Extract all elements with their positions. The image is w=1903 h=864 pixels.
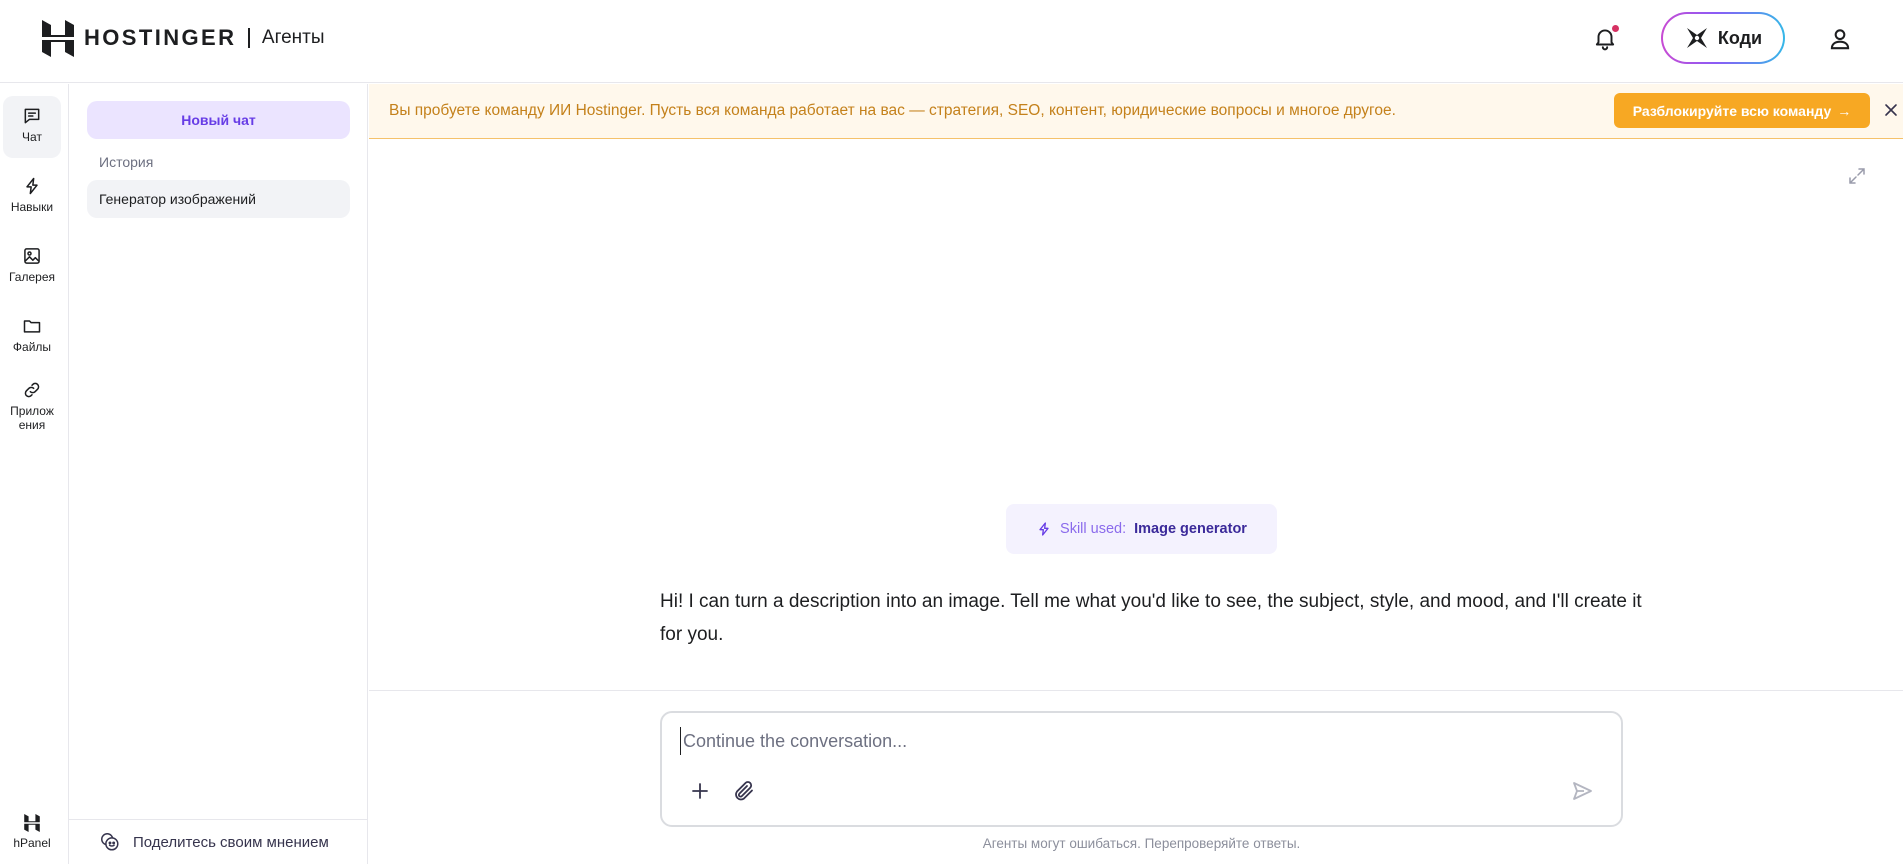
link-icon	[24, 382, 40, 398]
hostinger-logo-icon	[42, 19, 74, 57]
kodee-button[interactable]: Коди	[1661, 12, 1785, 64]
feedback-link[interactable]: Поделитесь своим мнением	[69, 819, 367, 864]
unlock-team-label: Разблокируйте всю команду	[1632, 102, 1832, 119]
folder-icon	[23, 320, 41, 333]
expand-icon[interactable]	[1847, 166, 1867, 186]
chat-sidebar: Новый чат История Генератор изображений …	[69, 84, 368, 864]
assistant-message: Hi! I can turn a description into an ima…	[660, 591, 1642, 645]
rail-item-label: Файлы	[12, 340, 52, 354]
paperclip-icon[interactable]	[732, 779, 756, 803]
history-item-label: Генератор изображений	[99, 191, 256, 207]
hpanel-logo-icon	[24, 814, 40, 832]
rail-item-label: Галерея	[8, 270, 56, 284]
message-input[interactable]	[680, 727, 1580, 755]
lightning-icon	[26, 177, 38, 195]
notification-badge	[1611, 24, 1620, 33]
message-composer	[660, 711, 1623, 827]
kodee-icon	[1686, 28, 1707, 48]
rail-item-files[interactable]: Файлы	[3, 316, 61, 354]
unlock-team-button[interactable]: Разблокируйте всю команду →	[1614, 93, 1870, 128]
lightning-icon	[1039, 522, 1049, 536]
disclaimer-text: Агенты могут ошибаться. Перепроверяйте о…	[982, 836, 1301, 851]
product-name: Агенты	[261, 27, 325, 48]
banner-text: Вы пробуете команду ИИ Hostinger. Пусть …	[389, 102, 1396, 119]
rail-item-skills[interactable]: Навыки	[3, 176, 61, 214]
upgrade-banner: Вы пробуете команду ИИ Hostinger. Пусть …	[369, 84, 1903, 139]
feedback-label: Поделитесь своим мнением	[133, 833, 329, 851]
rail-item-label: Навыки	[10, 200, 54, 214]
brand-name: HOSTINGER	[84, 25, 237, 50]
rail-item-label: Прилож ения	[10, 404, 54, 432]
history-item[interactable]: Генератор изображений	[87, 180, 350, 218]
app-rail: Чат Навыки Галерея Файлы Прилож ения hPa…	[0, 84, 69, 864]
feedback-smiley-icon	[101, 833, 119, 851]
close-icon[interactable]	[1881, 100, 1901, 120]
arrow-right-icon: →	[1837, 102, 1852, 119]
rail-item-gallery[interactable]: Галерея	[3, 246, 61, 284]
rail-item-label: hPanel	[13, 836, 51, 850]
image-icon	[24, 248, 40, 264]
logo-separator	[248, 28, 250, 48]
plus-icon[interactable]	[688, 779, 712, 803]
rail-item-label: Чат	[22, 130, 42, 144]
top-bar: HOSTINGER Агенты Коди	[0, 0, 1903, 83]
kodee-label: Коди	[1717, 27, 1763, 48]
hostinger-logo[interactable]: HOSTINGER Агенты	[42, 19, 325, 57]
history-heading: История	[99, 154, 154, 170]
skill-prefix: Skill used:	[1060, 521, 1127, 537]
rail-item-chat[interactable]: Чат	[3, 96, 61, 158]
rail-item-hpanel[interactable]: hPanel	[3, 814, 61, 850]
composer-divider	[369, 690, 1903, 691]
chat-bubble-icon	[24, 108, 40, 124]
skill-used-chip: Skill used: Image generator	[1006, 504, 1277, 554]
send-icon[interactable]	[1570, 779, 1594, 803]
new-chat-button[interactable]: Новый чат	[87, 101, 350, 139]
user-account-icon[interactable]	[1827, 26, 1853, 52]
skill-name: Image generator	[1134, 521, 1247, 537]
rail-item-apps[interactable]: Прилож ения	[3, 380, 61, 432]
